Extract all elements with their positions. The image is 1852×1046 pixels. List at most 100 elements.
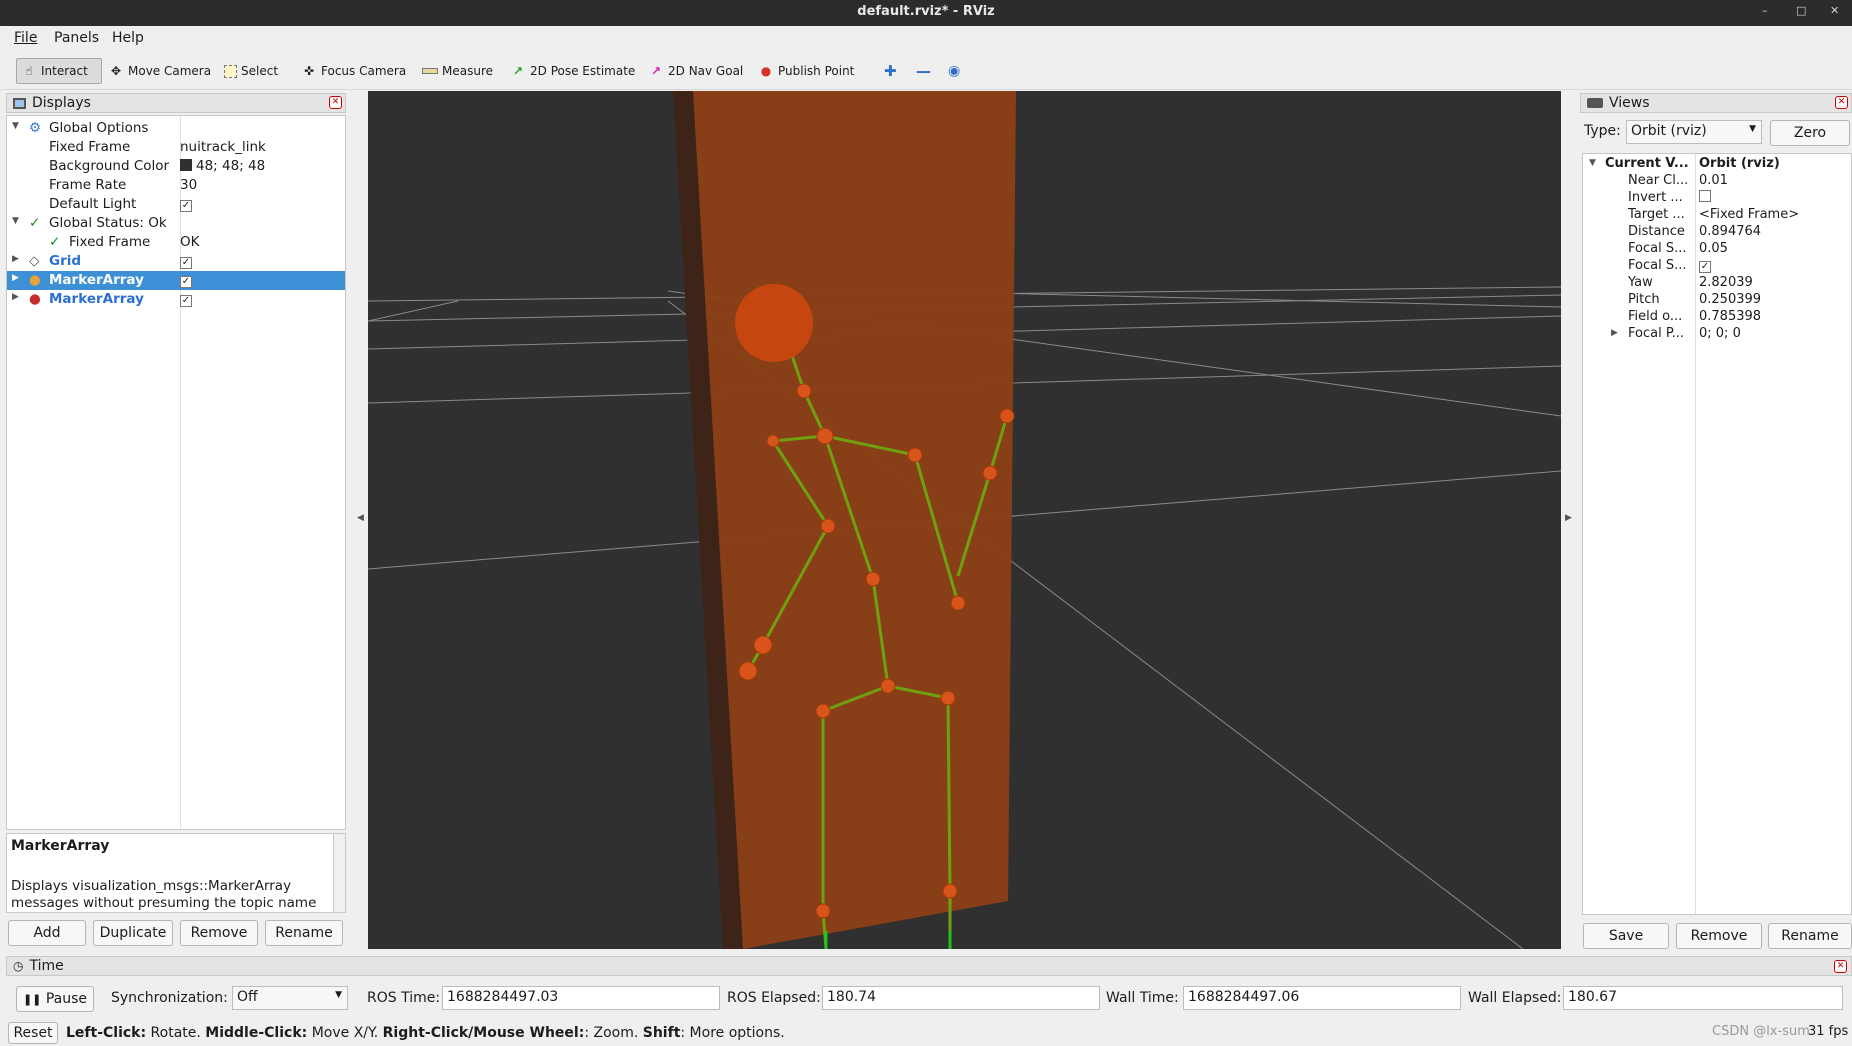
property-value[interactable]: <Fixed Frame> bbox=[1699, 207, 1799, 222]
interact-label: Interact bbox=[41, 64, 88, 78]
tree-row-frame-rate[interactable]: Frame Rate 30 bbox=[7, 176, 345, 195]
frame-rate-value[interactable]: 30 bbox=[180, 177, 197, 193]
collapsed-arrow-icon[interactable]: ▶ bbox=[12, 292, 19, 302]
nav-goal-tool[interactable]: ↗ 2D Nav Goal bbox=[644, 58, 747, 84]
tool-properties-button[interactable]: ◉ bbox=[944, 58, 964, 84]
rename-view-button[interactable]: Rename bbox=[1768, 923, 1852, 949]
tree-row-default-light[interactable]: Default Light ✓ bbox=[7, 195, 345, 214]
remove-button[interactable]: Remove bbox=[180, 920, 258, 946]
tree-row-marker-array-1[interactable]: ▶ ● MarkerArray ✓ bbox=[7, 271, 345, 290]
focus-camera-tool[interactable]: ✜ Focus Camera bbox=[297, 58, 410, 84]
default-light-label: Default Light bbox=[49, 196, 137, 212]
clock-icon: ◷ bbox=[13, 959, 24, 973]
expand-arrow-icon[interactable]: ▼ bbox=[12, 121, 19, 131]
tree-row-fixed-frame[interactable]: Fixed Frame nuitrack_link bbox=[7, 138, 345, 157]
remove-tool-button[interactable]: — bbox=[912, 58, 935, 84]
tree-row-status-fixed-frame[interactable]: ✓ Fixed Frame OK bbox=[7, 233, 345, 252]
pause-button[interactable]: ❚❚ Pause bbox=[16, 986, 94, 1012]
wall-elapsed-field[interactable]: 180.67 bbox=[1563, 986, 1843, 1010]
collapse-right-icon[interactable]: ▶ bbox=[1565, 513, 1572, 523]
add-tool-button[interactable]: ✚ bbox=[880, 58, 901, 84]
property-value[interactable]: 2.82039 bbox=[1699, 275, 1753, 290]
view-property-row[interactable]: Target ... <Fixed Frame> bbox=[1583, 207, 1851, 224]
select-tool[interactable]: Select bbox=[220, 58, 282, 84]
view-property-row[interactable]: Near Cl... 0.01 bbox=[1583, 173, 1851, 190]
close-icon[interactable]: ✕ bbox=[1835, 96, 1848, 109]
duplicate-button[interactable]: Duplicate bbox=[93, 920, 173, 946]
tree-row-current-view[interactable]: ▼ Current V... Orbit (rviz) bbox=[1583, 156, 1851, 173]
close-icon[interactable]: ✕ bbox=[329, 96, 342, 109]
grid-line bbox=[368, 300, 459, 322]
tree-row-background-color[interactable]: Background Color 48; 48; 48 bbox=[7, 157, 345, 176]
marker-array-checkbox[interactable]: ✓ bbox=[180, 272, 192, 288]
property-name: Field o... bbox=[1628, 309, 1683, 324]
save-button[interactable]: Save bbox=[1583, 923, 1669, 949]
ros-elapsed-field[interactable]: 180.74 bbox=[822, 986, 1100, 1010]
view-property-row[interactable]: Yaw 2.82039 bbox=[1583, 275, 1851, 292]
property-value[interactable]: 0.894764 bbox=[1699, 224, 1761, 239]
status-hint: Left-Click: Rotate. Middle-Click: Move X… bbox=[66, 1025, 785, 1041]
tree-row-marker-array-2[interactable]: ▶ ● MarkerArray ✓ bbox=[7, 290, 345, 309]
sync-value: Off bbox=[237, 989, 258, 1005]
marker-array-checkbox[interactable]: ✓ bbox=[180, 291, 192, 307]
view-property-row[interactable]: Focal S... ✓ bbox=[1583, 258, 1851, 275]
measure-label: Measure bbox=[442, 64, 493, 78]
view-type-select[interactable]: Orbit (rviz) ▼ bbox=[1626, 120, 1762, 144]
view-property-row[interactable]: ▶ Focal P... 0; 0; 0 bbox=[1583, 326, 1851, 343]
property-value[interactable]: 0.05 bbox=[1699, 241, 1728, 256]
wall-time-field[interactable]: 1688284497.06 bbox=[1183, 986, 1461, 1010]
grid-checkbox[interactable]: ✓ bbox=[180, 253, 192, 269]
menu-file[interactable]: File bbox=[14, 30, 37, 46]
property-value[interactable]: 0.01 bbox=[1699, 173, 1728, 188]
property-value[interactable]: 0; 0; 0 bbox=[1699, 326, 1741, 341]
move-camera-tool[interactable]: ✥ Move Camera bbox=[104, 58, 215, 84]
expand-arrow-icon[interactable]: ▼ bbox=[12, 216, 19, 226]
camera-icon bbox=[1587, 98, 1603, 108]
rename-button[interactable]: Rename bbox=[265, 920, 343, 946]
collapse-left-icon[interactable]: ◀ bbox=[357, 513, 364, 523]
view-property-row[interactable]: Field o... 0.785398 bbox=[1583, 309, 1851, 326]
background-color-value[interactable]: 48; 48; 48 bbox=[180, 158, 265, 174]
description-scrollbar[interactable] bbox=[333, 834, 345, 912]
default-light-checkbox[interactable]: ✓ bbox=[180, 196, 192, 212]
tree-row-global-status[interactable]: ▼ ✓ Global Status: Ok bbox=[7, 214, 345, 233]
background-color-text: 48; 48; 48 bbox=[196, 158, 266, 174]
invert-checkbox[interactable] bbox=[1699, 190, 1711, 206]
close-icon[interactable]: ✕ bbox=[1830, 4, 1839, 17]
maximize-icon[interactable]: □ bbox=[1796, 4, 1806, 17]
tree-row-grid[interactable]: ▶ ◇ Grid ✓ bbox=[7, 252, 345, 271]
remove-view-button[interactable]: Remove bbox=[1676, 923, 1762, 949]
pose-estimate-tool[interactable]: ↗ 2D Pose Estimate bbox=[506, 58, 639, 84]
measure-tool[interactable]: Measure bbox=[418, 58, 497, 84]
expand-arrow-icon[interactable]: ▼ bbox=[1589, 158, 1596, 168]
interact-tool[interactable]: ☝ Interact bbox=[16, 58, 102, 84]
property-value[interactable]: 0.250399 bbox=[1699, 292, 1761, 307]
add-button[interactable]: Add bbox=[8, 920, 86, 946]
publish-point-tool[interactable]: ● Publish Point bbox=[754, 58, 858, 84]
select-icon bbox=[224, 64, 237, 78]
tree-row-global-options[interactable]: ▼ ⚙ Global Options bbox=[7, 119, 345, 138]
view-property-row[interactable]: Pitch 0.250399 bbox=[1583, 292, 1851, 309]
ros-time-field[interactable]: 1688284497.03 bbox=[442, 986, 720, 1010]
view-property-row[interactable]: Focal S... 0.05 bbox=[1583, 241, 1851, 258]
hint-text: Move X/Y. bbox=[307, 1025, 383, 1041]
collapsed-arrow-icon[interactable]: ▶ bbox=[12, 254, 19, 264]
view-property-row[interactable]: Distance 0.894764 bbox=[1583, 224, 1851, 241]
close-icon[interactable]: ✕ bbox=[1834, 960, 1847, 973]
property-name: Focal S... bbox=[1628, 241, 1687, 256]
collapsed-arrow-icon[interactable]: ▶ bbox=[1611, 328, 1618, 338]
monitor-icon bbox=[13, 97, 26, 109]
zero-button[interactable]: Zero bbox=[1770, 120, 1850, 146]
view-property-row[interactable]: Invert ... bbox=[1583, 190, 1851, 207]
menu-panels[interactable]: Panels bbox=[54, 30, 99, 46]
fixed-frame-value[interactable]: nuitrack_link bbox=[180, 139, 266, 155]
minimize-icon[interactable]: – bbox=[1762, 4, 1768, 17]
sync-select[interactable]: Off ▼ bbox=[232, 986, 348, 1010]
reset-button[interactable]: Reset bbox=[8, 1022, 58, 1044]
focal-shape-checkbox[interactable]: ✓ bbox=[1699, 258, 1711, 273]
property-value[interactable]: 0.785398 bbox=[1699, 309, 1761, 324]
render-viewport[interactable] bbox=[368, 91, 1561, 949]
collapsed-arrow-icon[interactable]: ▶ bbox=[12, 273, 19, 283]
menu-help[interactable]: Help bbox=[112, 30, 144, 46]
minus-icon: — bbox=[916, 62, 931, 80]
